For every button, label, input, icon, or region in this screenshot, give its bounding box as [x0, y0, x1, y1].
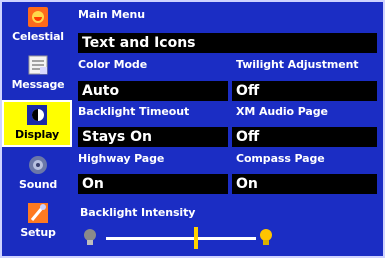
backlight-timeout-label: Backlight Timeout — [78, 105, 190, 118]
message-icon — [25, 54, 51, 76]
color-mode-field[interactable]: Auto — [78, 81, 228, 101]
color-mode-label: Color Mode — [78, 58, 148, 71]
twilight-adjustment-field[interactable]: Off — [232, 81, 377, 101]
twilight-adjustment-label: Twilight Adjustment — [236, 58, 359, 71]
dim-bulb-icon — [84, 229, 96, 245]
compass-page-field[interactable]: On — [232, 174, 377, 194]
backlight-intensity-label: Backlight Intensity — [80, 206, 196, 219]
sidebar-item-label: Message — [11, 78, 65, 91]
sidebar-item-label: Display — [15, 128, 59, 141]
backlight-intensity-slider[interactable] — [106, 237, 256, 240]
bright-bulb-icon — [260, 229, 272, 245]
highway-page-field[interactable]: On — [78, 174, 228, 194]
sidebar-item-label: Celestial — [12, 30, 64, 43]
xm-audio-page-field[interactable]: Off — [232, 127, 377, 147]
celestial-icon — [25, 6, 51, 28]
sidebar-item-label: Setup — [20, 226, 56, 239]
sidebar-item-sound[interactable]: Sound — [6, 152, 70, 199]
xm-audio-page-label: XM Audio Page — [236, 105, 328, 118]
sidebar-item-message[interactable]: Message — [6, 52, 70, 99]
backlight-intensity-thumb[interactable] — [194, 227, 198, 249]
main-menu-field[interactable]: Text and Icons — [78, 33, 377, 53]
compass-page-label: Compass Page — [236, 152, 325, 165]
display-icon — [24, 104, 50, 126]
sidebar-item-setup[interactable]: Setup — [6, 200, 70, 247]
sidebar-item-display[interactable]: Display — [2, 100, 72, 147]
sidebar-item-celestial[interactable]: Celestial — [6, 4, 70, 51]
backlight-timeout-field[interactable]: Stays On — [78, 127, 228, 147]
display-settings-panel: Main Menu Text and Icons Color Mode Twil… — [74, 4, 379, 254]
setup-icon — [25, 202, 51, 224]
sidebar-item-label: Sound — [18, 178, 58, 191]
main-menu-label: Main Menu — [78, 8, 145, 21]
highway-page-label: Highway Page — [78, 152, 165, 165]
sidebar: Celestial Message Display Sound Setup — [2, 2, 72, 256]
speaker-icon — [25, 154, 51, 176]
